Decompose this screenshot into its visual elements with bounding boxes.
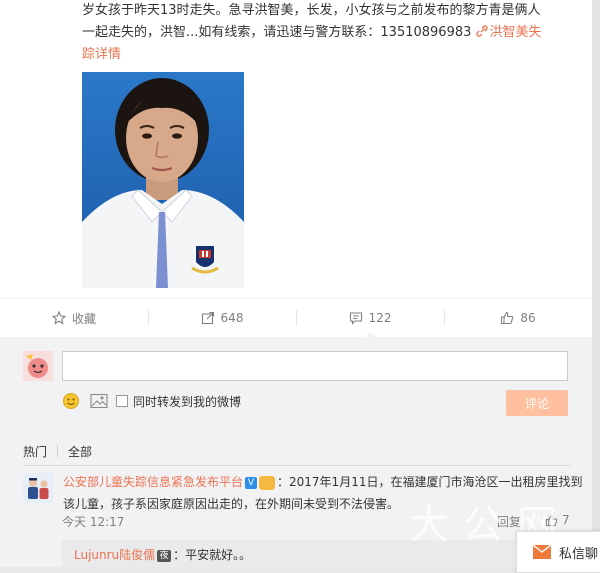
composer-tools: 同时转发到我的微博 [62, 389, 241, 413]
sub-reply-user[interactable]: Lujunru陆俊儒 [74, 548, 155, 562]
comment-icon [349, 312, 362, 325]
thumbs-up-icon [501, 311, 514, 325]
commenter-name[interactable]: 公安部儿童失踪信息紧急发布平台 [63, 475, 243, 489]
sync-repost-label: 同时转发到我的微博 [133, 394, 242, 409]
detail-link-text: 洪智美失 [489, 25, 542, 40]
envelope-icon [533, 545, 551, 559]
comment-filter-tabs: 热门 全部 [23, 437, 571, 466]
police-avatar-icon [23, 473, 53, 503]
comment-input[interactable] [62, 351, 568, 381]
like-count: 86 [520, 311, 536, 325]
comment-button[interactable]: 122 [296, 299, 444, 338]
scrollbar[interactable] [592, 0, 600, 567]
image-icon[interactable] [90, 393, 108, 409]
post-text-line2: 一起走失的，洪智...如有线索，请迅速与警方联系：13510896983 洪智美… [82, 22, 577, 44]
submit-comment-button[interactable]: 评论 [506, 390, 568, 416]
private-message-label: 私信聊 [559, 546, 599, 562]
detail-link[interactable]: 洪智美失 [475, 25, 542, 40]
medal-icon [259, 475, 276, 490]
verified-badge: V [245, 476, 258, 489]
commenter-avatar[interactable] [23, 473, 53, 503]
favorite-button[interactable]: 收藏 [0, 299, 148, 337]
comment-count: 122 [368, 311, 392, 325]
emoji-icon[interactable] [62, 392, 80, 410]
detail-link-cont[interactable]: 踪详情 [82, 44, 577, 66]
cartoon-avatar-icon [23, 351, 53, 381]
weibo-post-card: 岁女孩于昨天13时走失。急寻洪智美，长发，小女孩与之前发布的黎方青是俩人 一起走… [0, 0, 592, 567]
my-avatar[interactable] [23, 351, 53, 381]
tab-all[interactable]: 全部 [68, 443, 102, 460]
comment-time: 今天 12:17 [62, 515, 125, 529]
sync-repost-checkbox[interactable] [116, 395, 128, 407]
post-text: 岁女孩于昨天13时走失。急寻洪智美，长发，小女孩与之前发布的黎方青是俩人 一起走… [82, 0, 577, 66]
star-icon [51, 311, 66, 325]
sub-reply-text: ：平安就好。。 [173, 548, 252, 562]
link-icon [475, 25, 488, 37]
like-button[interactable]: 86 [444, 299, 592, 337]
post-text-line2-body: 一起走失的，洪智...如有线索，请迅速与警方联系：13510896983 [82, 25, 476, 40]
member-badge: 夜 [157, 549, 172, 562]
comment-text-line1: ：2017年1月11日，在福建厦门市海沧区一出租房里找到 [277, 475, 583, 489]
tab-divider [57, 445, 59, 457]
portrait-image [82, 72, 244, 288]
comment-text-line2: 该儿童，孩子系因家庭原因出走的，在外期间未受到不法侵害。 [63, 497, 400, 511]
favorite-label: 收藏 [71, 311, 96, 326]
share-button[interactable]: 648 [148, 299, 296, 337]
tab-hot[interactable]: 热门 [23, 443, 57, 460]
missing-girl-photo[interactable] [82, 72, 244, 288]
share-count: 648 [220, 311, 244, 325]
share-icon [201, 311, 214, 325]
post-text-line1: 岁女孩于昨天13时走失。急寻洪智美，长发，小女孩与之前发布的黎方青是俩人 [82, 3, 541, 18]
post-action-bar: 收藏 648 122 86 [0, 298, 592, 338]
